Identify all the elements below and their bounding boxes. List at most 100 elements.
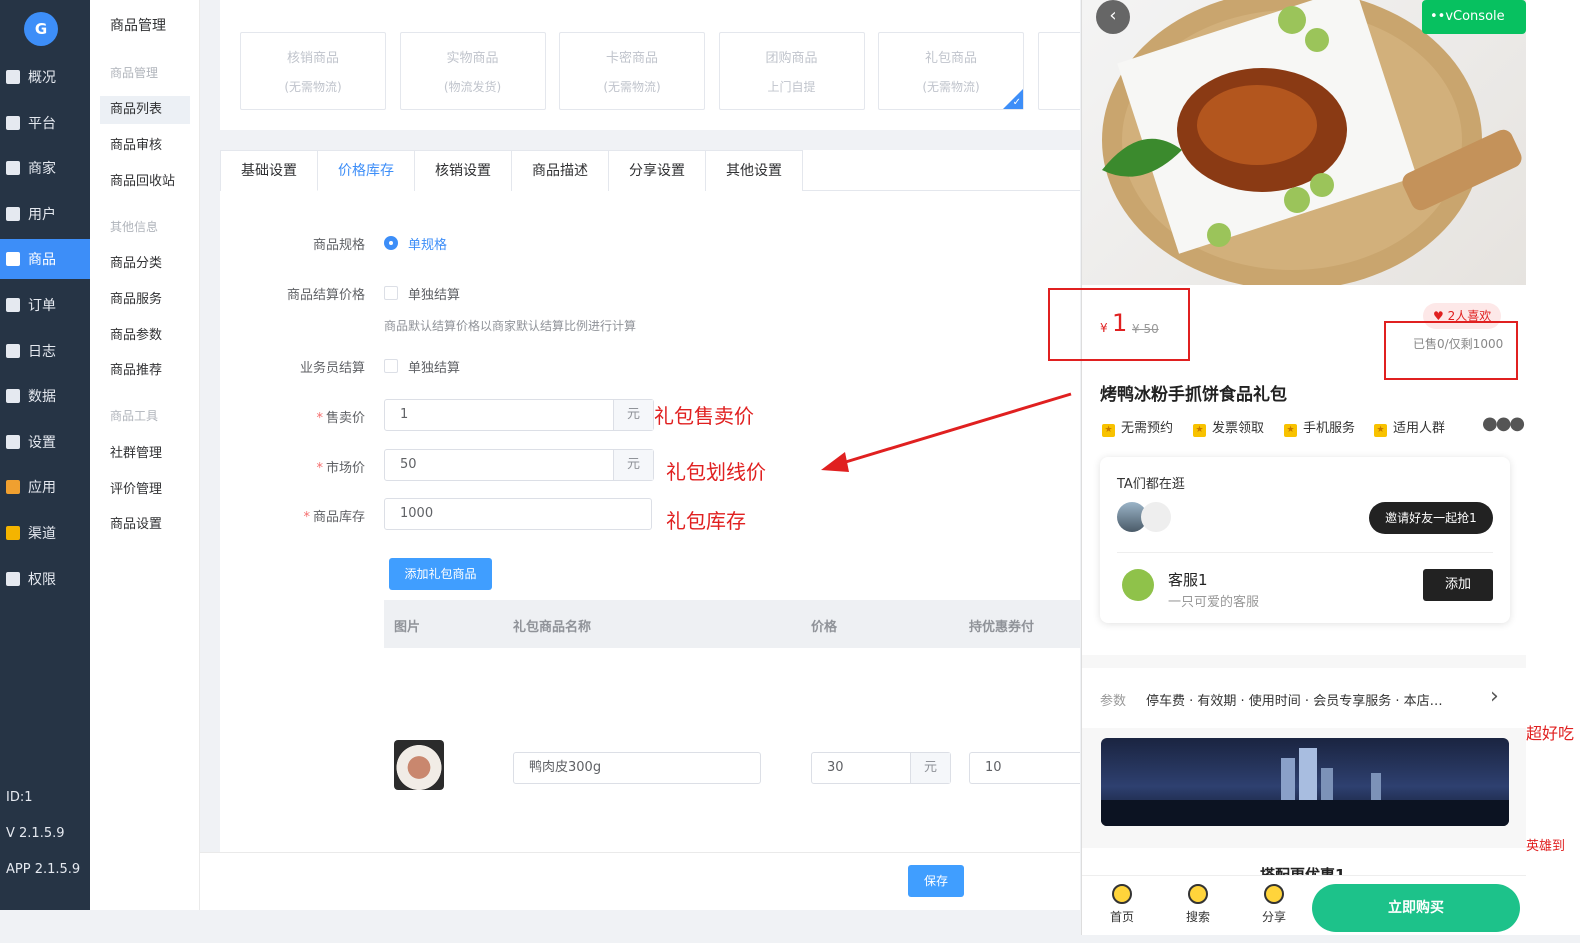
product-type-card[interactable]: 票 (无 — [1037, 32, 1080, 110]
sidebar-item-5[interactable]: 订单 — [0, 285, 90, 325]
price-label: * 售卖价 — [316, 411, 365, 426]
gift-price-input[interactable]: 30 元 — [811, 752, 951, 784]
tag-item: ★ 手机服务 — [1284, 417, 1355, 437]
tab-home[interactable]: 首页 — [1102, 884, 1142, 925]
service-avatar — [1122, 569, 1154, 601]
product-type-card[interactable]: 卡密商品 (无需物流) — [559, 32, 705, 110]
tab-3[interactable]: 商品描述 — [511, 150, 609, 191]
market-price-label: * 市场价 — [316, 461, 365, 476]
th-price: 价格 — [811, 620, 838, 635]
sidebar-item-6[interactable]: 日志 — [0, 331, 90, 371]
sidebar-item-8[interactable]: 设置 — [0, 422, 90, 462]
staff-settle-checkbox[interactable] — [384, 359, 398, 373]
city-banner-image[interactable] — [1101, 738, 1509, 826]
check-icon: ✓ — [1012, 97, 1021, 108]
sidebar-item-label: 日志 — [28, 343, 56, 360]
spec-radio[interactable] — [384, 236, 398, 250]
subnav-item-reviews[interactable]: 评价管理 — [100, 476, 190, 504]
product-type-title: 团购商品 — [765, 51, 818, 66]
subnav-item-params[interactable]: 商品参数 — [100, 322, 190, 350]
sidebar-item-2[interactable]: 商家 — [0, 148, 90, 188]
gift-name-input[interactable]: 鸭肉皮300g — [513, 752, 761, 784]
sidebar-item-label: 数据 — [28, 389, 56, 406]
sidebar-item-1[interactable]: 平台 — [0, 103, 90, 143]
add-service-button[interactable]: 添加 — [1423, 569, 1493, 601]
subnav-item-category[interactable]: 商品分类 — [100, 250, 190, 278]
subnav-group-other: 其他信息 — [110, 220, 159, 234]
settle-checkbox[interactable] — [384, 286, 398, 300]
stock-label: * 商品库存 — [303, 510, 365, 525]
stock-highlight-box — [1384, 321, 1518, 380]
home-icon — [1112, 884, 1132, 904]
tab-4[interactable]: 分享设置 — [608, 150, 706, 191]
more-icon[interactable]: ●●● — [1482, 413, 1525, 434]
subnav-item-service[interactable]: 商品服务 — [100, 286, 190, 314]
spec-option[interactable]: 单规格 — [408, 234, 447, 253]
sidebar-item-3[interactable]: 用户 — [0, 194, 90, 234]
tab-2[interactable]: 核销设置 — [414, 150, 512, 191]
tag-item: ★ 发票领取 — [1193, 417, 1264, 437]
cube-icon — [6, 526, 20, 540]
app-version-label: APP 2.1.5.9 — [6, 862, 81, 877]
product-type-card[interactable]: 礼包商品 (无需物流) ✓ — [878, 32, 1024, 110]
buy-now-button[interactable]: 立即购买 — [1312, 884, 1520, 932]
sidebar-item-10[interactable]: 渠道 — [0, 513, 90, 553]
share-icon — [1264, 884, 1284, 904]
card-title: TA们都在逛 — [1117, 477, 1185, 492]
params-row[interactable]: 参数 停车费 · 有效期 · 使用时间 · 会员专享服务 · 本店… › — [1082, 668, 1526, 728]
promo-text-2: 英雄到 — [1526, 839, 1566, 854]
gear-icon — [6, 434, 20, 449]
subnav-item-community[interactable]: 社群管理 — [100, 440, 190, 468]
bottom-action-bar: 保存 — [200, 852, 1080, 910]
sidebar-item-9[interactable]: 应用 — [0, 467, 90, 507]
tab-1[interactable]: 价格库存 — [317, 150, 415, 191]
save-button[interactable]: 保存 — [908, 865, 964, 897]
mobile-tabbar: 首页 搜索 分享 立即购买 — [1082, 875, 1526, 935]
params-text: 停车费 · 有效期 · 使用时间 · 会员专享服务 · 本店… — [1146, 694, 1443, 709]
product-type-card[interactable]: 实物商品 (物流发货) — [399, 32, 546, 110]
tab-5[interactable]: 其他设置 — [705, 150, 803, 191]
product-type-title: 卡密商品 — [605, 51, 658, 66]
sidebar-item-4[interactable]: 商品 — [0, 239, 90, 280]
sidebar-item-label: 设置 — [28, 434, 56, 451]
subnav-item-recycle-bin[interactable]: 商品回收站 — [100, 168, 190, 196]
subnav-item-recommend[interactable]: 商品推荐 — [100, 357, 190, 385]
settle-option[interactable]: 单独结算 — [408, 284, 460, 303]
invite-friends-button[interactable]: 邀请好友一起抢1 — [1369, 502, 1493, 534]
sidebar-item-label: 应用 — [28, 480, 56, 497]
subnav-item-goods-review[interactable]: 商品审核 — [100, 132, 190, 160]
sidebar-item-label: 用户 — [28, 206, 56, 223]
stock-input[interactable]: 1000 — [384, 498, 652, 530]
product-type-subtitle: (无需物流) — [284, 80, 342, 94]
gift-price-unit: 元 — [910, 753, 950, 783]
tab-search[interactable]: 搜索 — [1178, 884, 1218, 925]
gift-coupon-input[interactable]: 10 — [969, 752, 1080, 784]
price-input[interactable]: 1 元 — [384, 399, 654, 431]
price-highlight-box — [1048, 288, 1190, 361]
city-skyline-photo — [1101, 748, 1509, 826]
staff-settle-option[interactable]: 单独结算 — [408, 357, 460, 376]
spec-label: 商品规格 — [312, 238, 365, 253]
subnav-item-settings[interactable]: 商品设置 — [100, 511, 190, 539]
th-coupon: 持优惠券付 — [969, 620, 1035, 635]
product-type-card[interactable]: 团购商品 上门自提 — [718, 32, 865, 110]
sidebar-item-7[interactable]: 数据 — [0, 376, 90, 416]
market-price-unit: 元 — [613, 450, 653, 480]
market-price-input[interactable]: 50 元 — [384, 449, 654, 481]
note-market-price: 礼包划线价 — [666, 460, 766, 484]
vconsole-button[interactable]: ••vConsole — [1422, 0, 1526, 34]
back-button[interactable]: ‹ — [1096, 0, 1130, 34]
tab-share[interactable]: 分享 — [1254, 884, 1294, 925]
subnav-group-tools: 商品工具 — [110, 409, 159, 423]
product-type-subtitle: (无需物流) — [922, 80, 980, 94]
subnav-item-goods-list[interactable]: 商品列表 — [100, 96, 190, 124]
product-type-card[interactable]: 核销商品 (无需物流) — [240, 32, 386, 110]
tab-0[interactable]: 基础设置 — [220, 150, 318, 191]
log-icon — [6, 343, 20, 358]
sidebar-item-11[interactable]: 权限 — [0, 559, 90, 599]
add-gift-button[interactable]: 添加礼包商品 — [389, 558, 492, 590]
settle-hint: 商品默认结算价格以商家默认结算比例进行计算 — [384, 319, 637, 333]
version-label: V 2.1.5.9 — [6, 826, 65, 841]
price-value: 1 — [400, 407, 409, 422]
sidebar-item-0[interactable]: 概况 — [0, 57, 90, 97]
